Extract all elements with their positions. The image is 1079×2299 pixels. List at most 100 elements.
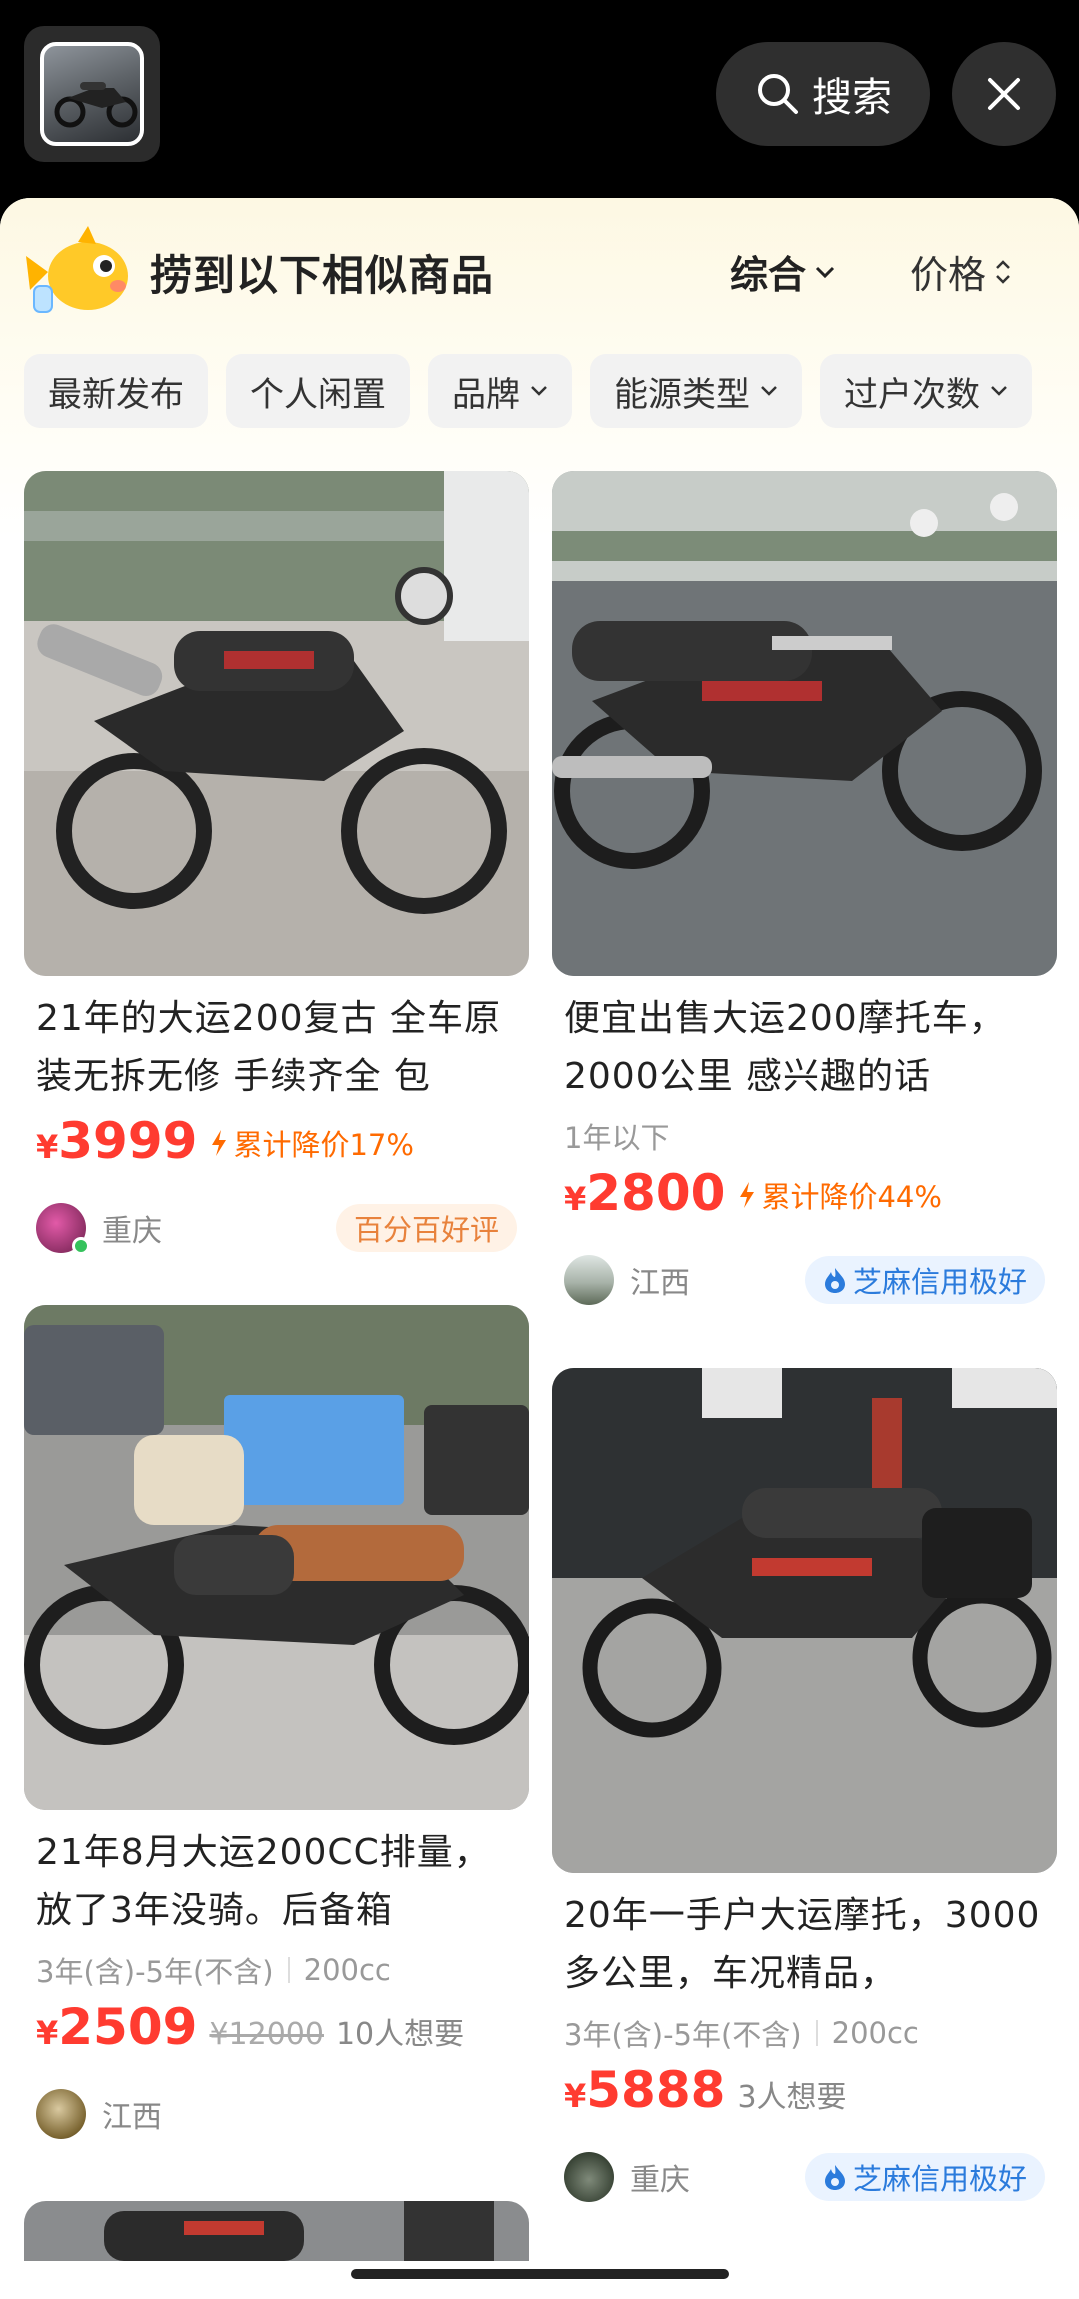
price-row: ¥2800 累计降价44% [564, 1164, 1045, 1234]
search-icon [758, 74, 798, 114]
flame-icon [824, 2165, 845, 2190]
seller-city: 江西 [630, 1266, 690, 1301]
sort-comprehensive-label: 综合 [730, 253, 807, 297]
product-age: 1年以下 [564, 1121, 670, 1155]
credit-badge-label: 芝麻信用极好 [852, 1265, 1027, 1299]
price-row: ¥5888 3人想要 [564, 2061, 1045, 2131]
credit-badge: 芝麻信用极好 [804, 1256, 1045, 1304]
original-price: ¥12000 [209, 2017, 324, 2052]
product-meta: 3年(含)-5年(不含) 200cc [564, 2011, 1045, 2055]
currency-symbol: ¥ [564, 2077, 587, 2115]
price-drop: 累计降价17% [209, 1122, 414, 1164]
product-photo[interactable] [24, 1305, 529, 1810]
seller-row[interactable]: 重庆 芝麻信用极好 [564, 2149, 1045, 2205]
sort-comprehensive[interactable]: 综合 [730, 244, 836, 299]
price: ¥2509 [36, 1998, 197, 2056]
status-badge: 百分百好评 [335, 1204, 517, 1252]
price-value: 5888 [586, 2061, 726, 2119]
product-card[interactable]: 21年8月大运200CC排量，放了3年没骑。后备箱 3年(含)-5年(不含) 2… [24, 1305, 529, 2142]
product-meta: 3年(含)-5年(不含) 200cc [36, 1948, 517, 1992]
seller-avatar [36, 2089, 86, 2139]
price-drop-label: 累计降价17% [233, 1128, 414, 1162]
seller-row[interactable]: 江西 芝麻信用极好 [564, 1252, 1045, 1308]
price-row: ¥2509 ¥12000 10人想要 [36, 1998, 517, 2068]
product-photo[interactable] [552, 471, 1057, 976]
credit-badge-label: 芝麻信用极好 [852, 2162, 1027, 2196]
seller-avatar [564, 2152, 614, 2202]
product-displacement: 200cc [303, 1953, 391, 1987]
sort-price-label: 价格 [910, 253, 987, 297]
product-photo[interactable] [24, 2201, 529, 2261]
product-card[interactable] [24, 2201, 529, 2261]
sort-updown-icon [996, 259, 1010, 284]
seller-row[interactable]: 重庆 百分百好评 [36, 1200, 517, 1256]
filter-chip-brand[interactable]: 品牌 [428, 354, 572, 428]
filter-chips: 最新发布 个人闲置 品牌 能源类型 过户次数 [24, 354, 1032, 428]
seller-avatar [564, 1255, 614, 1305]
price-value: 2509 [58, 1998, 198, 2056]
home-indicator [351, 2269, 729, 2279]
product-meta: 1年以下 [564, 1114, 1045, 1158]
filter-chip-label: 最新发布 [48, 374, 184, 415]
want-count: 3人想要 [737, 2080, 847, 2115]
seller-city: 重庆 [630, 2163, 690, 2198]
filter-chip-transfers[interactable]: 过户次数 [820, 354, 1032, 428]
meta-divider [815, 2020, 818, 2046]
close-icon [988, 78, 1020, 110]
product-card[interactable]: 便宜出售大运200摩托车，2000公里 感兴趣的话 1年以下 ¥2800 累计降… [552, 471, 1057, 1308]
currency-symbol: ¥ [564, 1180, 587, 1218]
product-photo[interactable] [552, 1368, 1057, 1873]
seller-city: 重庆 [102, 1214, 162, 1249]
search-label: 搜索 [812, 75, 892, 121]
product-age: 3年(含)-5年(不含) [36, 1955, 274, 1989]
chevron-down-icon [815, 266, 835, 278]
filter-chip-personal[interactable]: 个人闲置 [226, 354, 410, 428]
search-button[interactable]: 搜索 [716, 42, 930, 146]
price: ¥5888 [564, 2061, 725, 2119]
lightning-icon [740, 1182, 755, 1208]
seller-city: 江西 [102, 2100, 162, 2135]
filter-chip-energy[interactable]: 能源类型 [590, 354, 802, 428]
credit-badge: 芝麻信用极好 [804, 2153, 1045, 2201]
lightning-icon [212, 1130, 227, 1156]
filter-chip-label: 能源类型 [614, 374, 750, 415]
price-drop: 累计降价44% [737, 1174, 942, 1216]
filter-chip-label: 个人闲置 [250, 374, 386, 415]
product-title: 21年的大运200复古 全车原装无拆无修 手续齐全 包 [36, 998, 501, 1097]
seller-row[interactable]: 江西 [36, 2086, 517, 2142]
online-dot [72, 1237, 90, 1255]
price-row: ¥3999 累计降价17% [36, 1112, 517, 1182]
product-title: 便宜出售大运200摩托车，2000公里 感兴趣的话 [564, 998, 1006, 1097]
product-photo[interactable] [24, 471, 529, 976]
close-button[interactable] [952, 42, 1056, 146]
results-title: 捞到以下相似商品 [150, 251, 495, 300]
fish-mascot-icon [26, 226, 128, 313]
chevron-down-icon [531, 386, 547, 396]
price-drop-label: 累计降价44% [761, 1180, 942, 1214]
currency-symbol: ¥ [36, 2014, 59, 2052]
chevron-down-icon [991, 386, 1007, 396]
sort-price[interactable]: 价格 [910, 244, 1012, 299]
price-value: 3999 [58, 1112, 198, 1170]
currency-symbol: ¥ [36, 1128, 59, 1166]
meta-divider [287, 1957, 290, 1983]
product-age: 3年(含)-5年(不含) [564, 2018, 802, 2052]
price: ¥3999 [36, 1112, 197, 1170]
product-card[interactable]: 20年一手户大运摩托，3000多公里，车况精品， 3年(含)-5年(不含) 20… [552, 1368, 1057, 2205]
top-bar: 搜索 [0, 0, 1079, 200]
seller-avatar [36, 1203, 90, 1255]
product-displacement: 200cc [831, 2016, 919, 2050]
product-title: 20年一手户大运摩托，3000多公里，车况精品， [564, 1895, 1041, 1994]
price-value: 2800 [586, 1164, 726, 1222]
filter-chip-label: 品牌 [452, 374, 520, 415]
product-title: 21年8月大运200CC排量，放了3年没骑。后备箱 [36, 1832, 491, 1931]
filter-chip-latest[interactable]: 最新发布 [24, 354, 208, 428]
product-card[interactable]: 21年的大运200复古 全车原装无拆无修 手续齐全 包 ¥3999 累计降价17… [24, 471, 529, 1256]
price: ¥2800 [564, 1164, 725, 1222]
chevron-down-icon [761, 386, 777, 396]
results-sheet: 捞到以下相似商品 综合 价格 最新发布 个人闲置 品牌 能源类型 过户次数 21… [0, 198, 1079, 2299]
flame-icon [824, 1268, 845, 1293]
query-image-thumbnail[interactable] [24, 26, 160, 162]
want-count: 10人想要 [335, 2017, 465, 2052]
query-image [40, 42, 144, 146]
